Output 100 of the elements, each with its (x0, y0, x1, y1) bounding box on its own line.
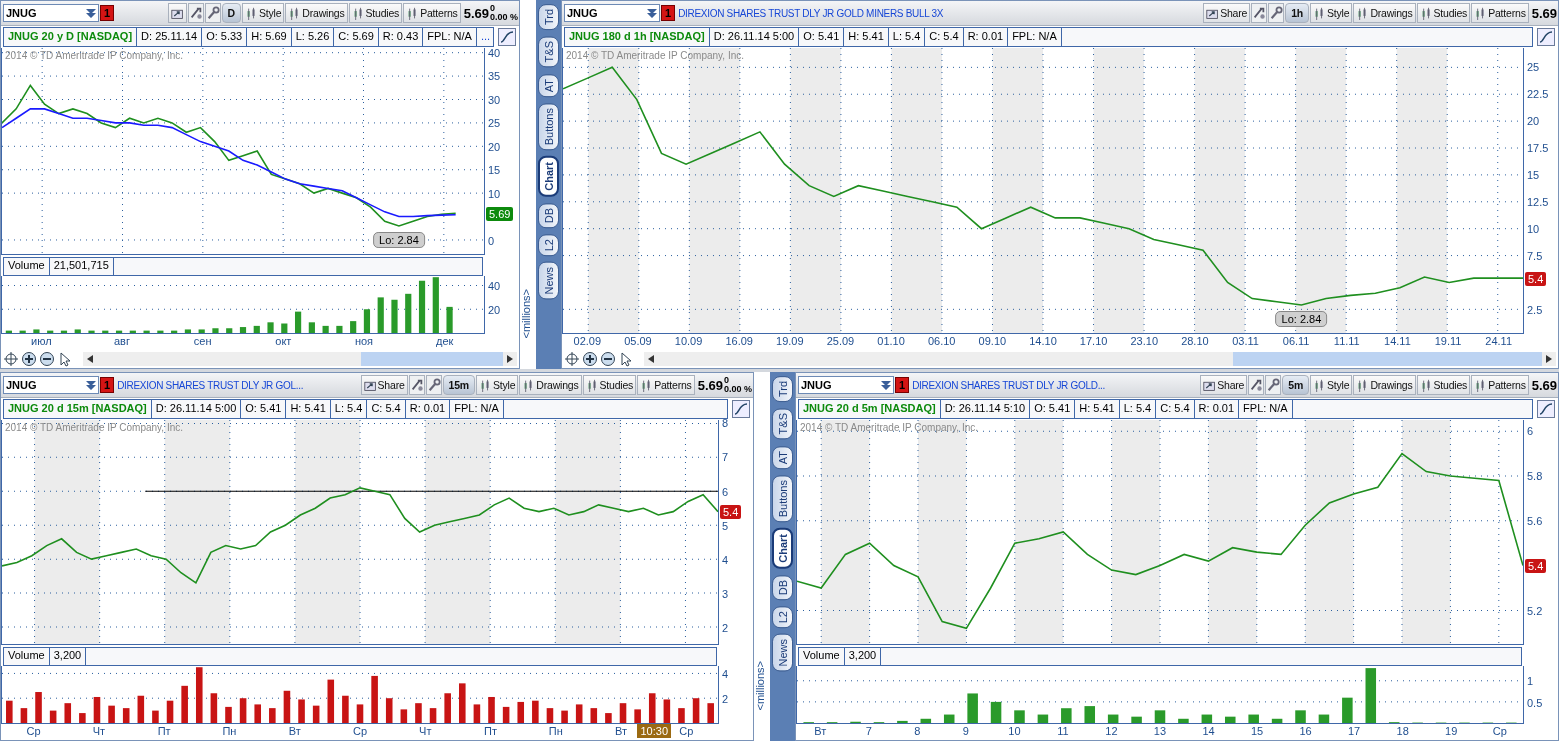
scroll-thumb[interactable] (360, 352, 503, 366)
study-icon[interactable] (1537, 28, 1555, 46)
crosshair-icon[interactable] (3, 351, 19, 367)
tools-icon[interactable] (1251, 3, 1268, 23)
wrench-icon[interactable] (204, 3, 221, 23)
percent-change: 0.00 % (723, 385, 752, 394)
study-icon[interactable] (498, 28, 516, 46)
side-tab[interactable]: Chart (772, 528, 793, 569)
toolbar-button[interactable]: Studies (1416, 375, 1471, 395)
interval-button[interactable]: 5m (1282, 375, 1310, 395)
toolbar-button[interactable]: Style (476, 375, 519, 395)
toolbar-button[interactable]: Drawings (285, 3, 348, 23)
side-tab[interactable]: Trd (538, 4, 559, 31)
description-link[interactable]: DIREXION SHARES TRUST DLY JR GOLD MINERS BULL 3X (678, 7, 944, 19)
axis-label: 7.5 (1527, 250, 1543, 263)
side-tab[interactable]: Trd (772, 376, 793, 403)
volume-bar (356, 704, 364, 723)
tools-icon[interactable] (1248, 375, 1265, 395)
side-tab[interactable]: AT (772, 445, 793, 469)
tools-icon[interactable] (408, 375, 425, 395)
side-tab[interactable]: News (538, 262, 559, 300)
quote-field: O: 5.41 (241, 400, 287, 418)
side-tab[interactable]: Buttons (772, 474, 793, 523)
toolbar-button[interactable]: Studies (348, 3, 403, 23)
zoom-out-icon[interactable] (600, 351, 616, 367)
wrench-icon[interactable] (425, 375, 442, 395)
toolbar-button[interactable]: Patterns (1471, 375, 1529, 395)
dropdown-icon[interactable] (879, 379, 893, 391)
symbol-field[interactable]: JNUG (564, 4, 660, 22)
zoom-in-icon[interactable] (21, 351, 37, 367)
toolbar-button[interactable]: Patterns (1471, 3, 1529, 23)
alert-count[interactable]: 1 (100, 5, 115, 21)
volume-bar (400, 709, 408, 723)
scroll-left-icon[interactable] (86, 354, 94, 364)
description-link[interactable]: DIREXION SHARES TRUST DLY JR GOL... (117, 379, 304, 391)
axis-label: 10.09 (674, 334, 703, 349)
more-link[interactable]: ... (476, 28, 493, 46)
dropdown-icon[interactable] (84, 379, 98, 391)
side-tab[interactable]: T&S (538, 36, 559, 68)
axis-label: дек (435, 334, 454, 349)
volume-bar (253, 325, 260, 333)
side-tab[interactable]: T&S (772, 408, 793, 440)
toolbar-button[interactable]: Patterns (403, 3, 461, 23)
side-tab[interactable]: Buttons (538, 102, 559, 151)
side-tab[interactable]: DB (772, 574, 793, 601)
scroll-right-icon[interactable] (1545, 354, 1553, 364)
scroll-right-icon[interactable] (506, 354, 514, 364)
study-icon[interactable] (1537, 400, 1555, 418)
side-tab[interactable]: L2 (772, 606, 793, 629)
symbol-field[interactable]: JNUG (798, 376, 894, 394)
symbol-field[interactable]: JNUG (3, 376, 99, 394)
volume-bar (184, 329, 191, 333)
toolbar-button[interactable]: Style (1310, 3, 1353, 23)
study-icon[interactable] (732, 400, 750, 418)
dropdown-icon[interactable] (84, 7, 98, 19)
interval-button[interactable]: 15m (442, 375, 475, 395)
toolbar-button[interactable]: Drawings (1353, 375, 1416, 395)
volume-bar (322, 325, 329, 333)
scroll-thumb[interactable] (1232, 352, 1542, 366)
zoom-out-icon[interactable] (39, 351, 55, 367)
scrollbar[interactable] (644, 352, 1556, 366)
volume-bar (377, 297, 384, 333)
scroll-left-icon[interactable] (647, 354, 655, 364)
pointer-icon[interactable] (618, 351, 634, 367)
toolbar-button[interactable]: Drawings (1353, 3, 1416, 23)
zoom-in-icon[interactable] (582, 351, 598, 367)
volume-label: Volume (799, 648, 845, 665)
interval-button[interactable]: D (221, 3, 241, 23)
share-button[interactable]: Share (360, 375, 408, 395)
volume-bar (678, 708, 685, 723)
scrollbar[interactable] (83, 352, 517, 366)
dropdown-icon[interactable] (645, 7, 659, 19)
wrench-icon[interactable] (1265, 375, 1282, 395)
crosshair-icon[interactable] (564, 351, 580, 367)
description-link[interactable]: DIREXION SHARES TRUST DLY JR GOLD... (912, 379, 1106, 391)
alert-count[interactable]: 1 (895, 377, 910, 393)
side-tab[interactable]: AT (538, 73, 559, 97)
axis-label: 09.10 (978, 334, 1007, 349)
interval-button[interactable]: 1h (1285, 3, 1310, 23)
toolbar-button[interactable]: Style (1310, 375, 1353, 395)
toolbar-button[interactable]: Drawings (519, 375, 582, 395)
tools-icon[interactable] (187, 3, 204, 23)
symbol-field[interactable]: JNUG (3, 4, 99, 22)
alert-count[interactable]: 1 (100, 377, 115, 393)
side-tab[interactable]: L2 (538, 234, 559, 257)
toolbar-button[interactable]: Studies (1416, 3, 1471, 23)
reference-line[interactable] (144, 490, 718, 492)
alert-count[interactable]: 1 (661, 5, 676, 21)
share-button[interactable]: Share (1203, 3, 1251, 23)
toolbar-button[interactable]: Studies (582, 375, 637, 395)
toolbar-button[interactable]: Patterns (637, 375, 695, 395)
share-button[interactable]: Share (1200, 375, 1248, 395)
toolbar-button[interactable]: Style (242, 3, 285, 23)
pointer-icon[interactable] (57, 351, 73, 367)
side-tab[interactable]: News (772, 634, 793, 672)
side-tab[interactable]: DB (538, 202, 559, 229)
share-button[interactable] (167, 3, 187, 23)
wrench-icon[interactable] (1268, 3, 1285, 23)
side-tab[interactable]: Chart (538, 156, 559, 197)
axis-label: 19.09 (776, 334, 804, 349)
